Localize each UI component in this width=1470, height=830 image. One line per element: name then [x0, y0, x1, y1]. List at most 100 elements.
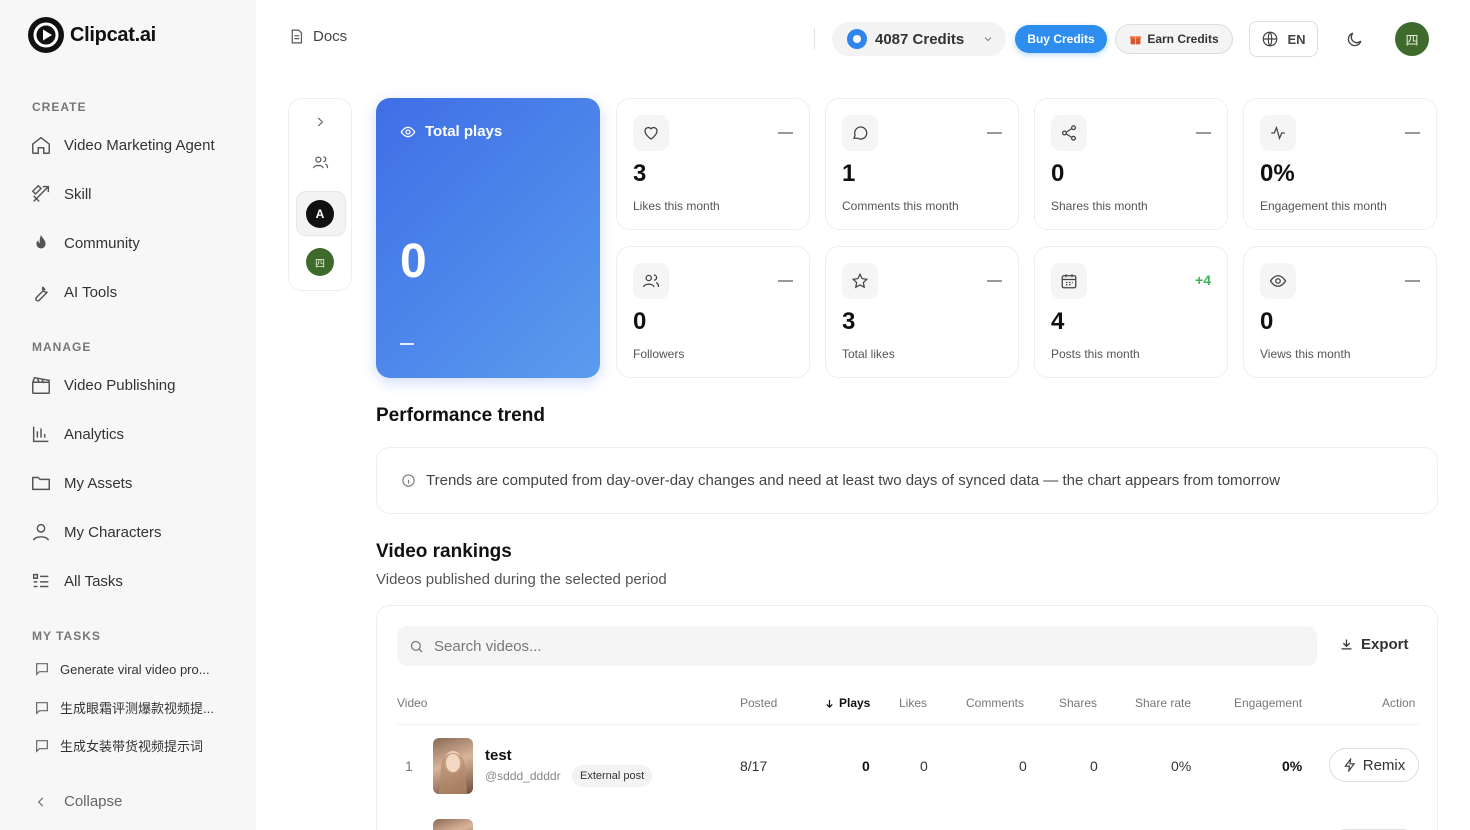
credits-label: 4087 Credits — [875, 30, 965, 48]
all-accounts-button[interactable] — [289, 154, 351, 171]
account-a-button[interactable]: A — [289, 200, 351, 228]
video-thumbnail[interactable] — [433, 738, 473, 794]
video-title[interactable]: test — [485, 747, 512, 764]
eye-icon — [400, 124, 416, 140]
search-input[interactable] — [434, 637, 1294, 655]
column-plays-sorted[interactable]: Plays — [824, 696, 870, 710]
sidebar-item-all-tasks[interactable]: All Tasks — [30, 561, 123, 601]
row-share-rate: 0% — [1171, 758, 1192, 774]
home-icon — [30, 134, 52, 156]
wrench-icon — [30, 281, 52, 303]
stat-value: 0 — [1260, 308, 1274, 335]
task-item[interactable]: 生成女装带货视频提示词 — [34, 736, 203, 755]
activity-icon — [1260, 115, 1296, 151]
account-b-button[interactable]: 四 — [289, 248, 351, 276]
logo-icon — [28, 17, 64, 53]
account-a-avatar: A — [306, 200, 334, 228]
download-icon — [1339, 637, 1354, 652]
stat-label: Engagement this month — [1260, 199, 1387, 213]
docs-label: Docs — [313, 28, 348, 45]
sidebar-item-label: Analytics — [64, 425, 125, 443]
app-name: Clipcat.ai — [70, 23, 156, 46]
user-avatar[interactable]: 四 — [1395, 22, 1429, 56]
header-divider — [397, 724, 1419, 725]
calendar-icon — [1051, 263, 1087, 299]
followers-card: 0 Followers — [616, 246, 810, 378]
column-shares[interactable]: Shares — [1059, 696, 1097, 710]
stat-value: 4 — [1051, 308, 1065, 335]
task-label: 生成眼霜评测爆款视频提... — [60, 701, 214, 716]
eye-icon — [1260, 263, 1296, 299]
total-plays-card: Total plays 0 — [376, 98, 600, 378]
stat-label: Followers — [633, 347, 685, 361]
column-engagement[interactable]: Engagement — [1234, 696, 1302, 710]
sidebar-item-analytics[interactable]: Analytics — [30, 414, 124, 454]
sidebar-item-my-assets[interactable]: My Assets — [30, 463, 132, 503]
share-icon — [1051, 115, 1087, 151]
globe-icon — [1261, 30, 1279, 48]
stat-delta: +4 — [1195, 272, 1211, 288]
column-comments[interactable]: Comments — [966, 696, 1024, 710]
stat-value: 0 — [1051, 160, 1065, 187]
language-label: EN — [1287, 31, 1306, 47]
column-action: Action — [1382, 696, 1416, 710]
sidebar-item-skill[interactable]: Skill — [30, 174, 92, 214]
sidebar-item-ai-tools[interactable]: AI Tools — [30, 272, 117, 312]
column-posted[interactable]: Posted — [740, 696, 777, 710]
task-label: Generate viral video pro... — [60, 661, 210, 677]
create-section-title: CREATE — [32, 100, 87, 114]
sidebar-item-community[interactable]: Community — [30, 223, 140, 263]
comments-month-card: 1 Comments this month — [825, 98, 1019, 230]
account-b-avatar: 四 — [306, 248, 334, 276]
collapse-button[interactable]: Collapse — [34, 793, 122, 810]
video-thumbnail[interactable] — [433, 819, 473, 830]
docs-link[interactable]: Docs — [288, 28, 347, 45]
task-item[interactable]: Generate viral video pro... — [34, 661, 210, 677]
column-share-rate[interactable]: Share rate — [1135, 696, 1191, 710]
theme-toggle-button[interactable] — [1338, 24, 1370, 54]
remix-button[interactable]: Remix — [1329, 748, 1419, 782]
trend-dash — [1405, 132, 1420, 134]
row-comments: 0 — [1019, 758, 1027, 774]
divider — [814, 28, 815, 50]
row-engagement: 0% — [1282, 758, 1303, 774]
folder-icon — [30, 472, 52, 494]
buy-credits-button[interactable]: Buy Credits — [1015, 25, 1107, 53]
performance-trend-title: Performance trend — [376, 405, 545, 426]
sidebar-item-label: All Tasks — [64, 572, 123, 590]
chevron-right-icon — [313, 115, 327, 129]
sidebar-item-my-characters[interactable]: My Characters — [30, 512, 162, 552]
app-logo[interactable]: Clipcat.ai — [28, 17, 156, 53]
row-shares: 0 — [1090, 758, 1098, 774]
export-button[interactable]: Export — [1339, 636, 1409, 653]
earn-credits-button[interactable]: Earn Credits — [1115, 24, 1233, 54]
export-label: Export — [1361, 636, 1409, 653]
trend-dash — [1196, 132, 1211, 134]
language-button[interactable]: EN — [1249, 21, 1318, 57]
sidebar-item-label: My Assets — [64, 474, 133, 492]
heart-icon — [633, 115, 669, 151]
rankings-table: Export Video Posted Plays Likes Comments… — [376, 605, 1438, 830]
sidebar-item-video-marketing-agent[interactable]: Video Marketing Agent — [30, 125, 215, 165]
stat-value: 0% — [1260, 160, 1295, 187]
row-likes: 0 — [920, 758, 928, 774]
remix-label: Remix — [1362, 756, 1406, 774]
sidebar-item-video-publishing[interactable]: Video Publishing — [30, 365, 175, 405]
stat-label: Posts this month — [1051, 347, 1140, 361]
trend-dash — [987, 280, 1002, 282]
collapse-label: Collapse — [64, 793, 123, 810]
total-likes-card: 3 Total likes — [825, 246, 1019, 378]
task-item[interactable]: 生成眼霜评测爆款视频提... — [34, 698, 214, 717]
credits-dropdown[interactable]: 4087 Credits — [832, 22, 1006, 56]
engagement-month-card: 0% Engagement this month — [1243, 98, 1437, 230]
trend-dash — [778, 132, 793, 134]
stat-value: 3 — [633, 160, 647, 187]
row-rank: 1 — [405, 758, 413, 774]
stat-label: Shares this month — [1051, 199, 1148, 213]
chat-icon — [34, 700, 50, 716]
column-likes[interactable]: Likes — [899, 696, 927, 710]
users-icon — [312, 154, 329, 171]
shares-month-card: 0 Shares this month — [1034, 98, 1228, 230]
chevron-left-icon — [34, 795, 48, 809]
expand-rail-button[interactable] — [289, 115, 351, 129]
